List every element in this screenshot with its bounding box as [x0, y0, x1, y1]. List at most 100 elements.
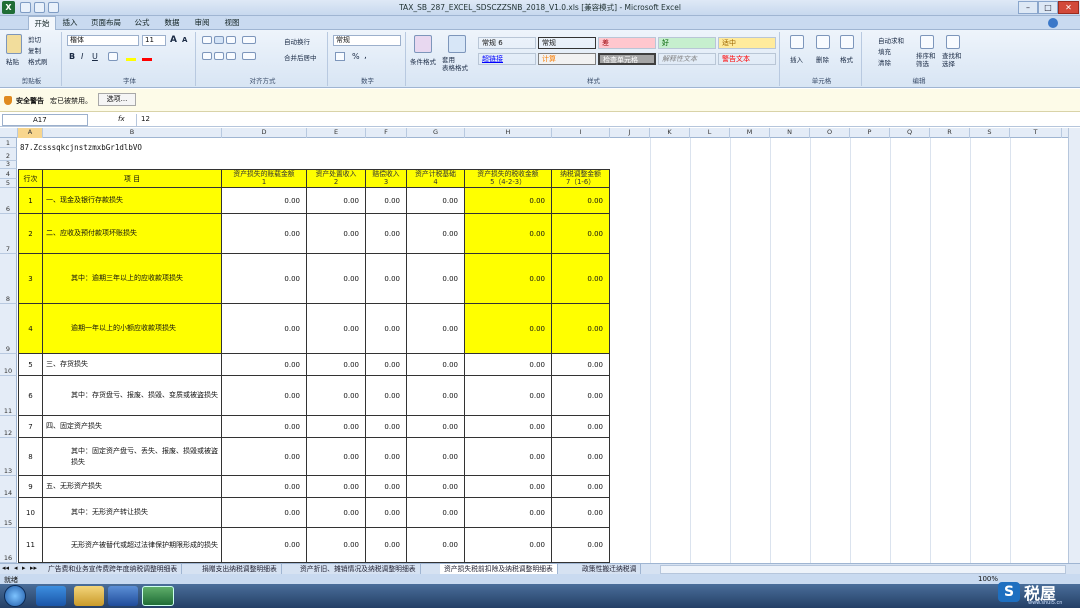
row-header[interactable]: 10	[0, 354, 17, 376]
security-options-button[interactable]: 选项...	[98, 93, 136, 106]
align-top-icon[interactable]	[202, 36, 212, 44]
row-item-cell[interactable]: 五、无形资产损失	[43, 476, 222, 498]
row-header[interactable]: 14	[0, 476, 17, 498]
row-item-cell[interactable]: 其中：固定资产盘亏、丢失、报废、损毁或被盗损失	[43, 438, 222, 476]
row-value-cell[interactable]: 0.00	[465, 528, 552, 563]
row-value-cell[interactable]: 0.00	[366, 376, 407, 416]
row-value-cell[interactable]: 0.00	[465, 476, 552, 498]
row-value-cell[interactable]: 0.00	[366, 188, 407, 214]
row-item-cell[interactable]: 二、应收及预付款项坏账损失	[43, 214, 222, 254]
sheet-id-text[interactable]: 87.ZcsssqkcjnstzmxbGr1dlbVO	[20, 143, 142, 152]
orientation-icon[interactable]	[242, 36, 256, 44]
row-seq-cell[interactable]: 8	[18, 438, 43, 476]
row-seq-cell[interactable]: 7	[18, 416, 43, 438]
horizontal-scrollbar[interactable]	[660, 565, 1066, 574]
row-value-cell[interactable]: 0.00	[407, 214, 465, 254]
row-value-cell[interactable]: 0.00	[552, 188, 610, 214]
sort-filter-button[interactable]: 排序和 筛选	[916, 52, 936, 68]
row-value-cell[interactable]: 0.00	[407, 476, 465, 498]
column-header[interactable]: F	[366, 128, 407, 138]
column-header[interactable]: M	[730, 128, 770, 138]
tab-review[interactable]: 审阅	[190, 16, 214, 30]
row-value-cell[interactable]: 0.00	[222, 476, 307, 498]
row-header[interactable]: 13	[0, 438, 17, 476]
row-item-cell[interactable]: 其中：逾期三年以上的应收款项损失	[43, 254, 222, 304]
row-item-cell[interactable]: 一、现金及银行存款损失	[43, 188, 222, 214]
row-header[interactable]: 4	[0, 169, 17, 179]
row-value-cell[interactable]: 0.00	[222, 498, 307, 528]
tab-formulas[interactable]: 公式	[130, 16, 154, 30]
row-value-cell[interactable]: 0.00	[307, 354, 366, 376]
row-value-cell[interactable]: 0.00	[366, 416, 407, 438]
italic-button[interactable]: I	[81, 52, 83, 61]
column-header[interactable]: H	[465, 128, 552, 138]
row-value-cell[interactable]: 0.00	[222, 438, 307, 476]
row-value-cell[interactable]: 0.00	[552, 528, 610, 563]
row-value-cell[interactable]: 0.00	[307, 214, 366, 254]
format-cells-button[interactable]: 格式	[840, 54, 853, 64]
row-value-cell[interactable]: 0.00	[552, 354, 610, 376]
column-header[interactable]: O	[810, 128, 850, 138]
autosum-button[interactable]: 自动求和	[878, 35, 904, 45]
row-value-cell[interactable]: 0.00	[465, 498, 552, 528]
row-seq-cell[interactable]: 1	[18, 188, 43, 214]
row-header[interactable]: 7	[0, 214, 17, 254]
row-header[interactable]: 9	[0, 304, 17, 354]
row-seq-cell[interactable]: 5	[18, 354, 43, 376]
fx-icon[interactable]: fx	[118, 115, 125, 123]
copy-button[interactable]: 复制	[28, 45, 41, 55]
wrap-text-button[interactable]: 自动换行	[284, 36, 310, 46]
row-value-cell[interactable]: 0.00	[307, 498, 366, 528]
minimize-button[interactable]: –	[1018, 1, 1038, 14]
header-col-6[interactable]: 纳税调整金额 7（1-6）	[552, 169, 610, 188]
find-select-icon[interactable]	[946, 35, 960, 49]
row-value-cell[interactable]: 0.00	[465, 438, 552, 476]
row-value-cell[interactable]: 0.00	[465, 354, 552, 376]
row-value-cell[interactable]: 0.00	[222, 254, 307, 304]
cut-button[interactable]: 剪切	[28, 34, 41, 44]
style-bad[interactable]: 差	[598, 37, 656, 49]
row-value-cell[interactable]: 0.00	[407, 498, 465, 528]
column-header[interactable]: G	[407, 128, 465, 138]
column-header[interactable]: D	[222, 128, 307, 138]
row-value-cell[interactable]: 0.00	[222, 376, 307, 416]
format-as-table-icon[interactable]	[448, 35, 466, 53]
column-header[interactable]: B	[43, 128, 222, 138]
last-sheet-icon[interactable]: ▸▸	[30, 564, 37, 572]
row-header[interactable]: 16	[0, 528, 17, 563]
comma-button[interactable]: ,	[364, 51, 367, 61]
column-header[interactable]: P	[850, 128, 890, 138]
row-header[interactable]: 1	[0, 138, 17, 148]
row-header[interactable]: 8	[0, 254, 17, 304]
row-item-cell[interactable]: 其中：存货盘亏、报废、损毁、变质或被盗损失	[43, 376, 222, 416]
row-value-cell[interactable]: 0.00	[407, 416, 465, 438]
close-button[interactable]: ✕	[1058, 1, 1079, 14]
row-value-cell[interactable]: 0.00	[222, 528, 307, 563]
tab-data[interactable]: 数据	[160, 16, 184, 30]
shrink-font-button[interactable]: A	[182, 36, 187, 44]
row-seq-cell[interactable]: 9	[18, 476, 43, 498]
start-button-icon[interactable]	[4, 585, 26, 607]
formula-input[interactable]: 12	[136, 114, 1076, 126]
row-value-cell[interactable]: 0.00	[366, 254, 407, 304]
row-item-cell[interactable]: 逾期一年以上的小额应收款项损失	[43, 304, 222, 354]
header-seq[interactable]: 行次	[18, 169, 43, 188]
row-value-cell[interactable]: 0.00	[307, 438, 366, 476]
row-value-cell[interactable]: 0.00	[465, 254, 552, 304]
merge-center-button[interactable]: 合并后居中	[284, 52, 317, 62]
row-value-cell[interactable]: 0.00	[465, 188, 552, 214]
ie-icon[interactable]	[36, 586, 66, 606]
row-header[interactable]: 6	[0, 188, 17, 214]
row-value-cell[interactable]: 0.00	[552, 376, 610, 416]
number-format-select[interactable]: 常规	[333, 35, 401, 46]
row-seq-cell[interactable]: 2	[18, 214, 43, 254]
row-seq-cell[interactable]: 6	[18, 376, 43, 416]
row-value-cell[interactable]: 0.00	[366, 476, 407, 498]
row-seq-cell[interactable]: 3	[18, 254, 43, 304]
indent-icon[interactable]	[242, 52, 256, 60]
style-normal[interactable]: 常规	[538, 37, 596, 49]
format-as-table-button[interactable]: 套用 表格格式	[442, 56, 468, 72]
row-value-cell[interactable]: 0.00	[465, 214, 552, 254]
style-normal-6[interactable]: 常规 6	[478, 37, 536, 49]
row-value-cell[interactable]: 0.00	[552, 416, 610, 438]
